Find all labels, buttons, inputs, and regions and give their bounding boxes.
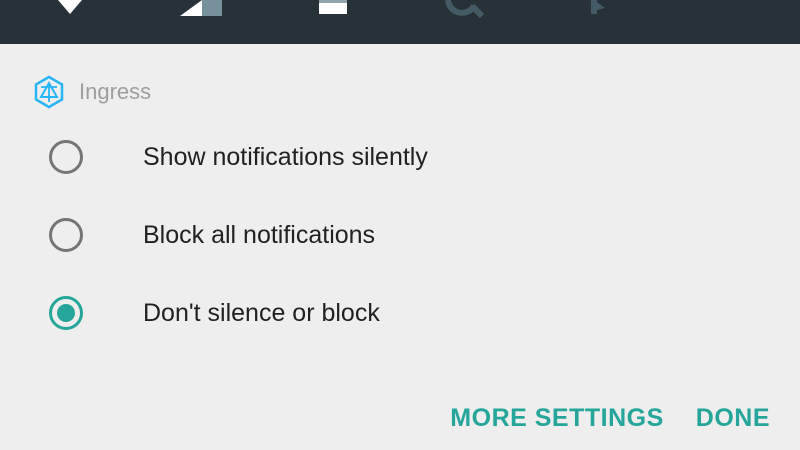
notification-options: Show notifications silently Block all no… [0,118,800,352]
done-button[interactable]: DONE [696,404,770,433]
notification-icon [591,0,605,14]
more-settings-button[interactable]: MORE SETTINGS [450,404,663,433]
search-icon [445,0,485,18]
status-bar [0,0,800,44]
option-dont-silence[interactable]: Don't silence or block [0,274,800,352]
radio-button[interactable] [49,218,83,252]
battery-icon [319,0,347,14]
option-show-silently[interactable]: Show notifications silently [0,118,800,196]
radio-dot [57,304,75,322]
dialog-actions: MORE SETTINGS DONE [418,398,770,438]
ingress-logo-icon [34,75,64,109]
app-name: Ingress [79,79,152,104]
wifi-icon [58,0,82,14]
app-header: Ingress [33,74,151,110]
option-label: Block all notifications [143,220,376,249]
option-block-all[interactable]: Block all notifications [0,196,800,274]
option-label: Don't silence or block [143,298,380,327]
signal-icon [180,0,222,16]
option-label: Show notifications silently [143,142,428,171]
radio-button[interactable] [49,296,83,330]
radio-button[interactable] [49,140,83,174]
